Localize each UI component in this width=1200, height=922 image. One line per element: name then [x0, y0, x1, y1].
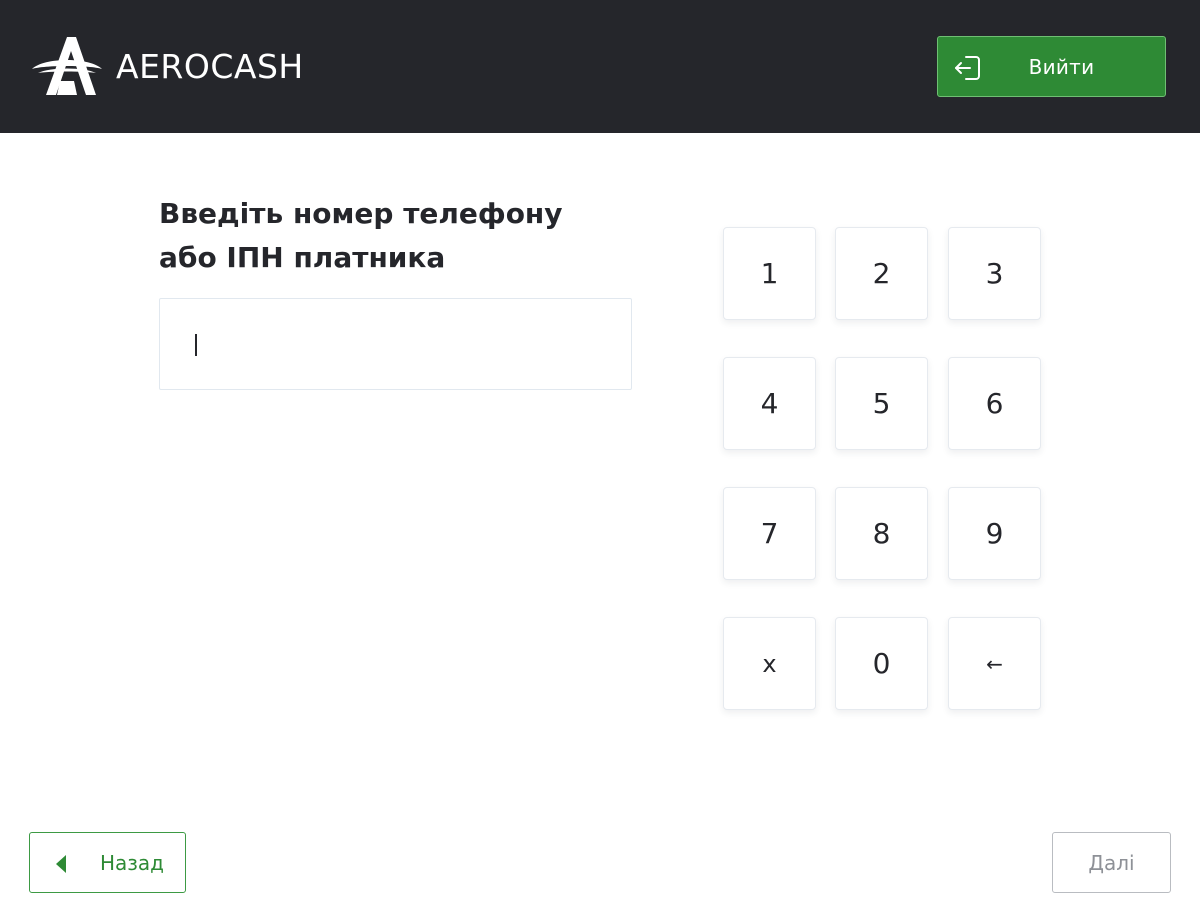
brand-name: AEROCASH	[116, 46, 304, 86]
key-3[interactable]: 3	[948, 227, 1041, 320]
key-8[interactable]: 8	[835, 487, 928, 580]
triangle-left-icon	[56, 855, 66, 873]
prompt-line-1: Введіть номер телефону	[159, 197, 563, 230]
back-button-label: Назад	[100, 850, 165, 875]
key-5[interactable]: 5	[835, 357, 928, 450]
key-clear[interactable]: x	[723, 617, 816, 710]
input-prompt: Введіть номер телефону або ІПН платника	[159, 192, 629, 280]
brand-logo: AEROCASH	[30, 35, 304, 97]
phone-or-tax-id-input[interactable]	[159, 298, 632, 390]
payment-page: AEROCASH Вийти Введіть номер телефону аб…	[0, 0, 1200, 922]
text-caret	[195, 334, 197, 356]
back-button[interactable]: Назад	[29, 832, 186, 893]
aerocash-logo-icon	[32, 37, 102, 95]
key-backspace[interactable]: ←	[948, 617, 1041, 710]
key-6[interactable]: 6	[948, 357, 1041, 450]
prompt-line-2: або ІПН платника	[159, 241, 446, 274]
numeric-keypad: 1 2 3 4 5 6 7 8 9 x 0 ←	[723, 227, 1041, 710]
logout-icon	[955, 56, 980, 80]
key-2[interactable]: 2	[835, 227, 928, 320]
key-1[interactable]: 1	[723, 227, 816, 320]
exit-button[interactable]: Вийти	[937, 36, 1166, 97]
key-9[interactable]: 9	[948, 487, 1041, 580]
exit-button-label: Вийти	[1028, 54, 1095, 79]
header-bar: AEROCASH Вийти	[0, 0, 1200, 133]
key-4[interactable]: 4	[723, 357, 816, 450]
key-7[interactable]: 7	[723, 487, 816, 580]
key-0[interactable]: 0	[835, 617, 928, 710]
next-button[interactable]: Далі	[1052, 832, 1171, 893]
